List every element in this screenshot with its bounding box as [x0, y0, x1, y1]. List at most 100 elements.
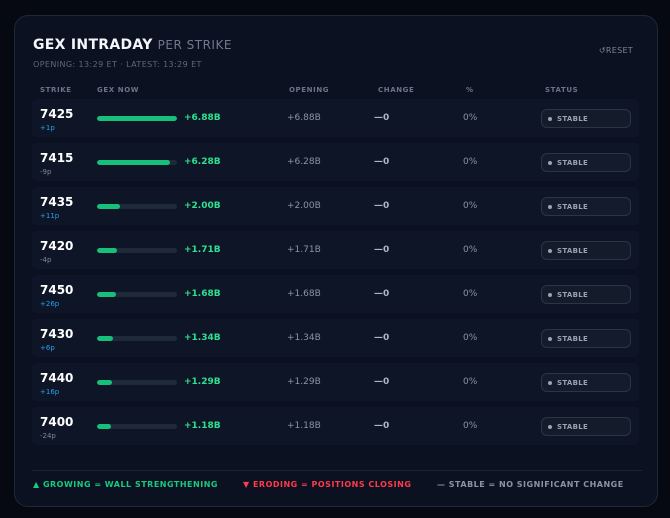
- pct-value: 0%: [463, 113, 478, 123]
- strike-value: 7430: [40, 327, 74, 341]
- status-label: STABLE: [557, 202, 589, 211]
- gex-bar-fill: [97, 380, 113, 385]
- pct-value: 0%: [463, 377, 478, 387]
- strike-distance: +26p: [40, 300, 60, 308]
- table-row[interactable]: 7400 -24p +1.18B +1.18B —0 0% STABLE: [32, 407, 639, 445]
- opening-value: +1.68B: [287, 289, 321, 299]
- strike-distance: +16p: [40, 388, 60, 396]
- gex-now-value: +6.88B: [184, 113, 221, 123]
- pct-value: 0%: [463, 289, 478, 299]
- opening-value: +6.28B: [287, 157, 321, 167]
- strike-distance: +1p: [40, 124, 55, 132]
- change-value: —0: [374, 245, 390, 255]
- pct-value: 0%: [463, 201, 478, 211]
- gex-intraday-panel: GEX INTRADAY PER STRIKE OPENING: 13:29 E…: [14, 15, 658, 507]
- table-row[interactable]: 7450 +26p +1.68B +1.68B —0 0% STABLE: [32, 275, 639, 313]
- status-dot-icon: [548, 424, 552, 429]
- status-dot-icon: [548, 204, 552, 209]
- opening-value: +6.88B: [287, 113, 321, 123]
- column-header-strike: STRIKE: [40, 86, 72, 94]
- status-dot-icon: [548, 160, 552, 165]
- legend-growing: ▲ GROWING = WALL STRENGTHENING: [33, 480, 218, 489]
- gex-bar: [97, 336, 177, 341]
- strike-value: 7450: [40, 283, 74, 297]
- gex-bar: [97, 380, 177, 385]
- status-label: STABLE: [557, 246, 589, 255]
- status-badge[interactable]: STABLE: [541, 153, 631, 172]
- strike-value: 7425: [40, 107, 74, 121]
- pct-value: 0%: [463, 245, 478, 255]
- change-value: —0: [374, 289, 390, 299]
- column-header-gex-now: GEX NOW: [97, 86, 140, 94]
- status-badge[interactable]: STABLE: [541, 373, 631, 392]
- gex-bar: [97, 248, 177, 253]
- change-value: —0: [374, 157, 390, 167]
- status-label: STABLE: [557, 290, 589, 299]
- strike-value: 7415: [40, 151, 74, 165]
- gex-bar-fill: [97, 424, 111, 429]
- timestamps: OPENING: 13:29 ET · LATEST: 13:29 ET: [33, 60, 202, 69]
- status-badge[interactable]: STABLE: [541, 109, 631, 128]
- status-badge[interactable]: STABLE: [541, 417, 631, 436]
- table-row[interactable]: 7425 +1p +6.88B +6.88B —0 0% STABLE: [32, 99, 639, 137]
- status-label: STABLE: [557, 114, 589, 123]
- gex-now-value: +1.71B: [184, 245, 221, 255]
- pct-value: 0%: [463, 333, 478, 343]
- status-badge[interactable]: STABLE: [541, 329, 631, 348]
- gex-bar-fill: [97, 116, 177, 121]
- panel-subtitle: PER STRIKE: [157, 38, 232, 52]
- legend-stable: — STABLE = NO SIGNIFICANT CHANGE: [437, 480, 624, 489]
- strike-value: 7435: [40, 195, 74, 209]
- gex-now-value: +1.34B: [184, 333, 221, 343]
- opening-value: +1.34B: [287, 333, 321, 343]
- pct-value: 0%: [463, 157, 478, 167]
- status-dot-icon: [548, 336, 552, 341]
- strike-distance: +6p: [40, 344, 55, 352]
- gex-bar-fill: [97, 292, 117, 297]
- gex-bar: [97, 292, 177, 297]
- gex-bar: [97, 204, 177, 209]
- column-header-pct: %: [466, 86, 474, 94]
- gex-bar: [97, 424, 177, 429]
- gex-now-value: +1.29B: [184, 377, 221, 387]
- table-row[interactable]: 7420 -4p +1.71B +1.71B —0 0% STABLE: [32, 231, 639, 269]
- table-row[interactable]: 7430 +6p +1.34B +1.34B —0 0% STABLE: [32, 319, 639, 357]
- table-row[interactable]: 7435 +11p +2.00B +2.00B —0 0% STABLE: [32, 187, 639, 225]
- legend-divider: [32, 470, 642, 471]
- status-badge[interactable]: STABLE: [541, 285, 631, 304]
- legend-eroding: ▼ ERODING = POSITIONS CLOSING: [243, 480, 412, 489]
- panel-title: GEX INTRADAY: [33, 37, 153, 53]
- table-row[interactable]: 7440 +16p +1.29B +1.29B —0 0% STABLE: [32, 363, 639, 401]
- reset-icon: ↺: [598, 46, 606, 55]
- status-dot-icon: [548, 248, 552, 253]
- gex-bar-fill: [97, 248, 117, 253]
- change-value: —0: [374, 377, 390, 387]
- panel-title-row: GEX INTRADAY PER STRIKE: [33, 37, 232, 53]
- strike-table: 7425 +1p +6.88B +6.88B —0 0% STABLE 7415…: [32, 99, 639, 451]
- opening-value: +2.00B: [287, 201, 321, 211]
- status-badge[interactable]: STABLE: [541, 241, 631, 260]
- gex-bar: [97, 116, 177, 121]
- change-value: —0: [374, 113, 390, 123]
- status-dot-icon: [548, 116, 552, 121]
- gex-bar-fill: [97, 204, 121, 209]
- opening-value: +1.71B: [287, 245, 321, 255]
- change-value: —0: [374, 201, 390, 211]
- pct-value: 0%: [463, 421, 478, 431]
- reset-label: RESET: [605, 46, 633, 55]
- strike-distance: -24p: [40, 432, 56, 440]
- status-badge[interactable]: STABLE: [541, 197, 631, 216]
- table-row[interactable]: 7415 -9p +6.28B +6.28B —0 0% STABLE: [32, 143, 639, 181]
- reset-button[interactable]: ↺RESET: [599, 46, 633, 55]
- gex-bar-fill: [97, 336, 113, 341]
- gex-now-value: +6.28B: [184, 157, 221, 167]
- gex-now-value: +1.68B: [184, 289, 221, 299]
- strike-distance: +11p: [40, 212, 60, 220]
- column-header-change: CHANGE: [378, 86, 415, 94]
- opening-value: +1.29B: [287, 377, 321, 387]
- opening-value: +1.18B: [287, 421, 321, 431]
- column-header-status: STATUS: [545, 86, 579, 94]
- strike-value: 7400: [40, 415, 74, 429]
- status-label: STABLE: [557, 422, 589, 431]
- status-label: STABLE: [557, 378, 589, 387]
